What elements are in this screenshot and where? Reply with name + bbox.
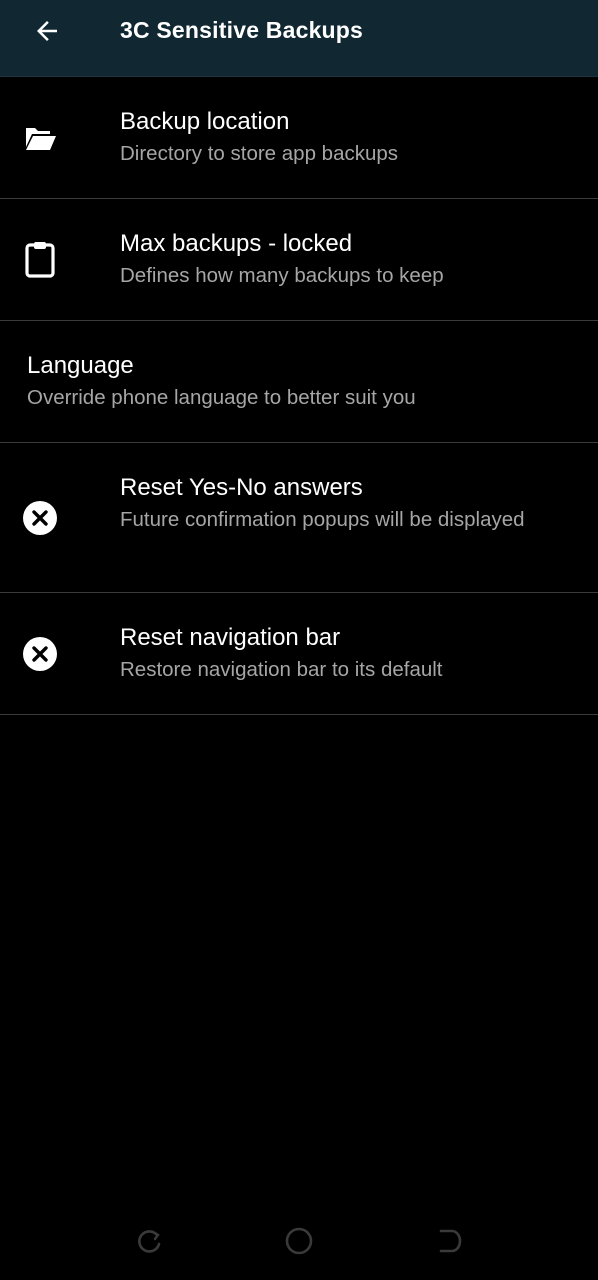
settings-screen: 3C Sensitive Backups Backup location Dir…: [0, 0, 598, 1280]
back-button[interactable]: [22, 10, 72, 52]
setting-title: Language: [27, 352, 134, 379]
setting-reset-yes-no[interactable]: Reset Yes-No answers Future confirmation…: [0, 443, 598, 593]
system-navigation-bar: [0, 1205, 598, 1280]
close-circle-icon: [20, 634, 60, 674]
setting-title: Reset Yes-No answers: [120, 474, 363, 501]
setting-title: Backup location: [120, 108, 290, 135]
setting-title: Reset navigation bar: [120, 624, 341, 651]
setting-summary: Override phone language to better suit y…: [27, 386, 416, 409]
page-title: 3C Sensitive Backups: [120, 17, 364, 43]
back-icon: [439, 1229, 462, 1253]
setting-reset-navigation-bar[interactable]: Reset navigation bar Restore navigation …: [0, 593, 598, 715]
setting-language[interactable]: Language Override phone language to bett…: [0, 321, 598, 443]
setting-title: Max backups - locked: [120, 230, 353, 257]
recents-icon: [138, 1230, 161, 1253]
folder-open-icon: [20, 118, 60, 158]
arrow-left-icon: [37, 21, 57, 41]
setting-summary: Future confirmation popups will be displ…: [120, 508, 525, 531]
app-bar: 3C Sensitive Backups: [0, 0, 598, 77]
home-button[interactable]: [279, 1225, 319, 1257]
close-circle-icon: [20, 498, 60, 538]
home-icon: [285, 1227, 313, 1255]
settings-list: Backup location Directory to store app b…: [0, 77, 598, 715]
setting-summary: Restore navigation bar to its default: [120, 658, 443, 681]
recents-button[interactable]: [129, 1225, 169, 1257]
setting-summary: Defines how many backups to keep: [120, 264, 444, 287]
setting-max-backups[interactable]: Max backups - locked Defines how many ba…: [0, 199, 598, 321]
clipboard-icon: [20, 239, 60, 279]
setting-summary: Directory to store app backups: [120, 142, 399, 165]
system-back-button[interactable]: [429, 1225, 469, 1257]
setting-backup-location[interactable]: Backup location Directory to store app b…: [0, 77, 598, 199]
